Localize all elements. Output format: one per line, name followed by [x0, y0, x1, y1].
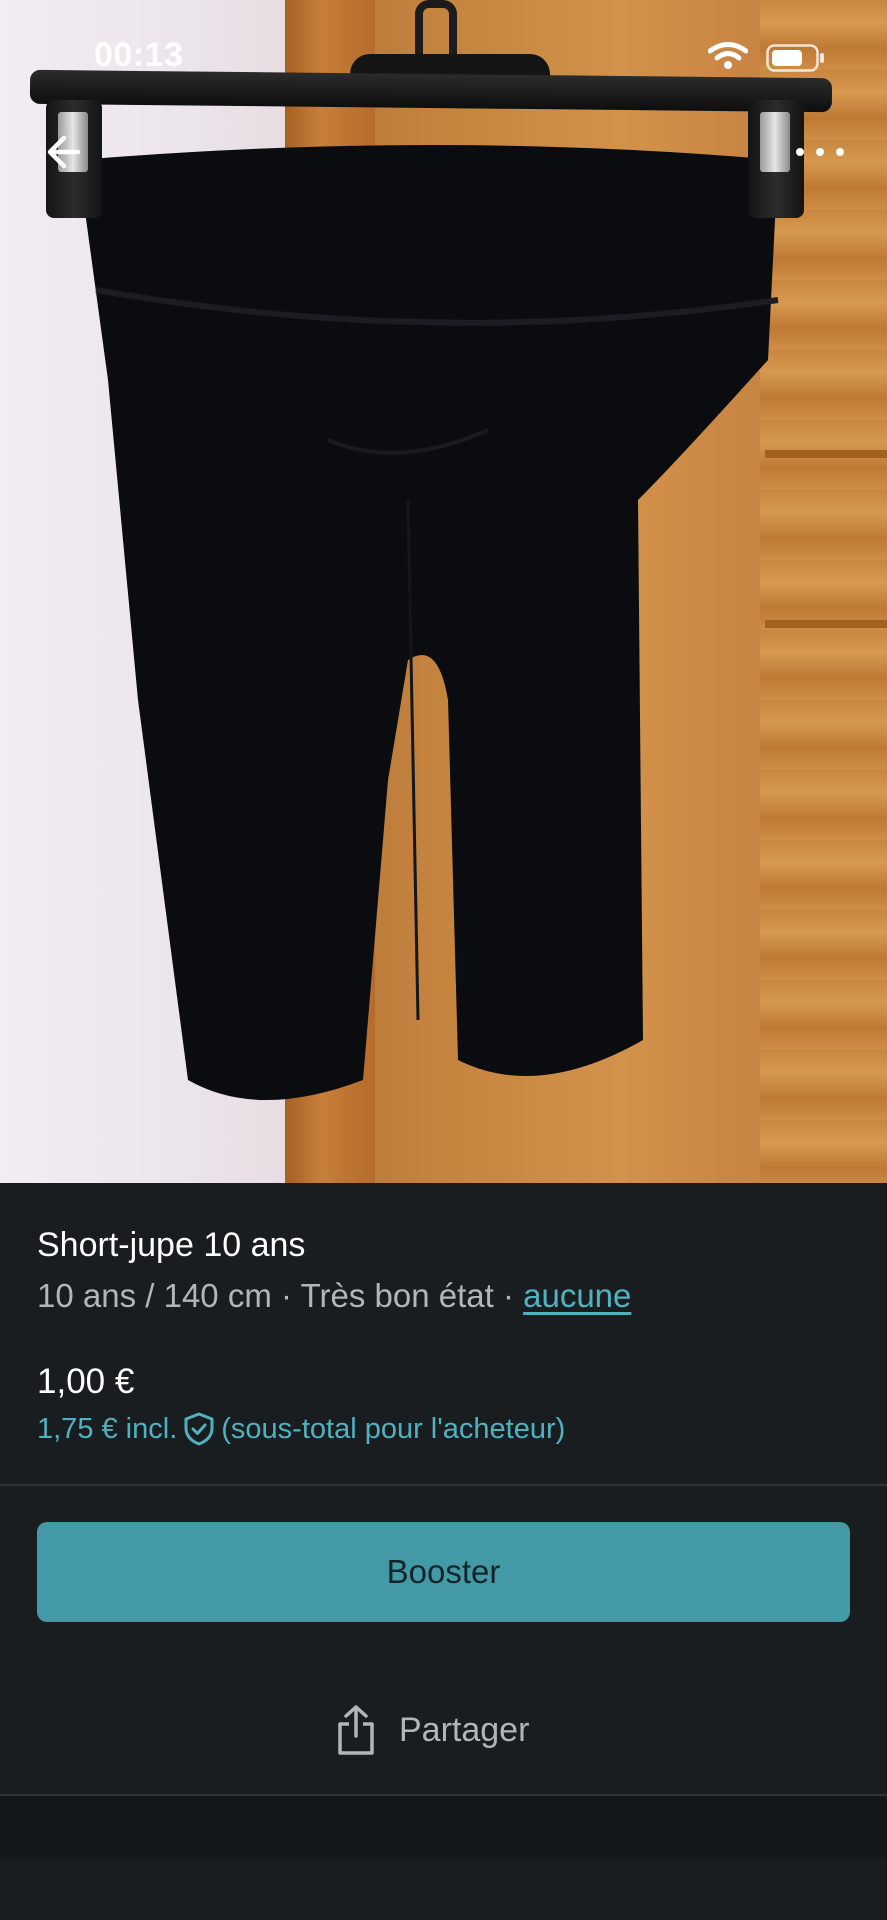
listing-condition: Très bon état: [300, 1277, 494, 1314]
home-strip: [0, 1858, 887, 1920]
wifi-icon: [708, 42, 748, 69]
share-label: Partager: [399, 1710, 530, 1749]
item-photo[interactable]: [0, 0, 887, 1183]
price-incl-amount: 1,75 € incl.: [37, 1412, 178, 1445]
more-options-icon[interactable]: [790, 142, 850, 162]
price-incl-note: (sous-total pour l'acheteur): [221, 1412, 566, 1445]
section-divider: [0, 1484, 887, 1486]
listing-details: 10 ans / 140 cm · Très bon état · aucune: [37, 1277, 631, 1315]
share-button[interactable]: Partager: [335, 1700, 529, 1760]
shorts-garment: [78, 145, 779, 1100]
listing-size: 10 ans / 140 cm: [37, 1277, 272, 1314]
buyer-protection-price[interactable]: 1,75 € incl. (sous-total pour l'acheteur…: [37, 1412, 565, 1446]
details-separator: ·: [280, 1277, 292, 1314]
details-separator: ·: [502, 1277, 514, 1314]
listing-title: Short-jupe 10 ans: [37, 1226, 306, 1264]
status-time: 00:13: [94, 36, 184, 74]
back-arrow-icon[interactable]: [42, 132, 82, 172]
share-icon: [338, 1705, 374, 1755]
listing-price: 1,00 €: [37, 1362, 135, 1401]
battery-icon: [766, 44, 824, 72]
shield-check-icon: [184, 1412, 214, 1446]
booster-button[interactable]: Booster: [37, 1522, 850, 1622]
brand-link[interactable]: aucune: [523, 1277, 631, 1314]
